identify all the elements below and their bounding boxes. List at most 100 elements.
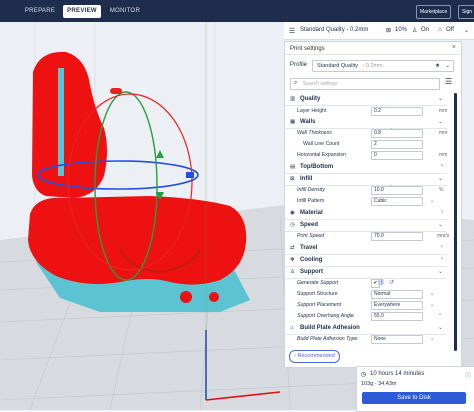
setting-wall-line-count: Wall Line Count 2 — [285, 139, 447, 149]
chevron-down-icon[interactable]: ⌄ — [430, 291, 434, 297]
chevron-down-icon[interactable]: ⌄ — [464, 27, 469, 34]
unit: mm/s — [437, 233, 450, 239]
settings-scrollbar[interactable] — [454, 93, 457, 351]
chevron-down-icon: ⌄ — [437, 119, 443, 125]
menu-icon[interactable]: ☰ — [445, 77, 452, 86]
reset-icon[interactable]: ↺ — [389, 279, 394, 286]
sign-in-button[interactable]: Sign — [458, 5, 474, 19]
category-label: Build Plate Adhesion — [300, 325, 360, 331]
support-icon: ♙ — [290, 269, 295, 275]
close-icon[interactable]: × — [452, 44, 456, 51]
tab-monitor[interactable]: MONITOR — [108, 5, 142, 18]
support-pillar — [58, 68, 64, 176]
adhesion-type-select[interactable]: None — [371, 335, 423, 344]
setting-label: Support Structure — [297, 291, 338, 297]
setting-label: Infill Density — [297, 187, 325, 193]
generate-support-checkbox[interactable]: ✔ — [371, 279, 380, 288]
walls-icon: ▦ — [290, 119, 296, 125]
search-input[interactable]: ⌕ Search settings — [290, 78, 440, 90]
category-cooling[interactable]: ✻ Cooling ‹ — [285, 255, 447, 267]
chevron-down-icon[interactable]: ⌄ — [430, 302, 434, 308]
print-speed-field[interactable]: 70.0 — [371, 232, 423, 241]
settings-icon: ☰ — [289, 28, 296, 35]
chevron-left-icon: ‹ — [441, 163, 443, 169]
category-label: Cooling — [300, 257, 323, 263]
category-quality[interactable]: ▥ Quality ⌄ — [285, 94, 447, 106]
category-material[interactable]: ◉ Material ‹ — [285, 208, 447, 220]
recommended-button[interactable]: ‹ Recommended — [289, 350, 340, 363]
print-time: 10 hours 14 minutes — [370, 371, 425, 377]
top-bottom-icon: ▤ — [290, 164, 296, 170]
print-settings-panel: Print settings × Profile Standard Qualit… — [284, 41, 462, 368]
support-structure-select[interactable]: Normal — [371, 290, 423, 299]
chevron-down-icon[interactable]: ⌄ — [430, 336, 434, 342]
marketplace-button[interactable]: Marketplace — [416, 5, 452, 19]
support-summary: On — [421, 27, 430, 33]
category-travel[interactable]: ⇄ Travel ‹ — [285, 243, 447, 255]
category-label: Quality — [300, 96, 321, 102]
chevron-down-icon[interactable]: ⌄ — [430, 198, 434, 204]
adhesion-icon: ⌂ — [438, 27, 442, 33]
setting-label: Print Speed — [297, 233, 325, 239]
setting-label: Horizontal Expansion — [297, 152, 347, 158]
material-icon: ◉ — [290, 210, 295, 216]
profile-select[interactable]: Standard Quality - 0.2mm ★ ⌄ — [312, 60, 454, 72]
category-label: Top/Bottom — [300, 164, 334, 170]
save-to-disk-button[interactable]: Save to Disk — [362, 392, 466, 404]
profile-summary[interactable]: Standard Quality - 0.2mm — [300, 27, 368, 33]
unit: % — [439, 187, 444, 193]
model-lying — [28, 196, 247, 285]
chevron-down-icon: ⌄ — [437, 269, 443, 275]
infill-pattern-select[interactable]: Cubic — [371, 197, 423, 206]
horizontal-expansion-field[interactable]: 0 — [371, 151, 423, 160]
category-label: Material — [300, 210, 323, 216]
unit: ° — [439, 313, 441, 319]
print-setup-bar[interactable]: ☰ Standard Quality - 0.2mm ⊠ 10% ♙ On ⌂ … — [284, 22, 474, 40]
chevron-left-icon: ‹ — [441, 209, 443, 215]
setting-wall-thickness: Wall Thickness ↺ ƒ 0.8 mm — [285, 128, 447, 138]
setting-support-placement: Support Placement ⛓ ↺ Everywhere ⌄ — [285, 300, 447, 310]
material-estimate: 103g · 34.43m — [361, 381, 397, 387]
profile-suffix: - 0.2mm — [362, 63, 383, 69]
tab-prepare[interactable]: PREPARE — [24, 5, 56, 18]
adhesion-summary: Off — [446, 27, 454, 33]
setting-label: Wall Thickness — [297, 130, 332, 136]
setting-layer-height: Layer Height ⛓ 0.2 mm — [285, 106, 447, 116]
support-overhang-angle-field[interactable]: 55.0 — [371, 312, 423, 321]
setting-infill-pattern: Infill Pattern Cubic ⌄ — [285, 196, 447, 206]
unit: mm — [439, 108, 448, 114]
unit: mm — [439, 130, 448, 136]
green-handle[interactable] — [156, 150, 164, 158]
setting-build-plate-adhesion-type: Build Plate Adhesion Type ↺ None ⌄ — [285, 334, 447, 344]
chevron-down-icon: ⌄ — [437, 325, 443, 331]
tab-preview[interactable]: PREVIEW — [63, 5, 101, 18]
quality-icon: ▥ — [290, 96, 296, 102]
setting-label: Infill Pattern — [297, 198, 325, 204]
category-top-bottom[interactable]: ▤ Top/Bottom ‹ — [285, 162, 447, 174]
setting-label: Layer Height — [297, 108, 327, 114]
layer-height-field[interactable]: 0.2 — [371, 107, 423, 116]
infill-density-field[interactable]: 10.0 — [371, 186, 423, 195]
infill-icon: ⊠ — [386, 28, 392, 34]
setting-support-overhang-angle: Support Overhang Angle ⛓ ↺ 55.0 ° — [285, 311, 447, 321]
info-icon[interactable]: ⓘ — [465, 371, 471, 380]
blue-handle[interactable] — [186, 172, 194, 178]
search-icon: ⌕ — [294, 80, 298, 86]
travel-icon: ⇄ — [290, 245, 295, 251]
setting-label: Support Placement — [297, 302, 342, 308]
unit: mm — [439, 152, 448, 158]
red-handle[interactable] — [110, 88, 122, 94]
model-nub — [209, 292, 219, 302]
category-label: Speed — [300, 222, 319, 228]
wall-line-count-field[interactable]: 2 — [371, 140, 423, 149]
adhesion-icon: ⌂ — [290, 325, 294, 331]
setting-generate-support: Generate Support ⛓ ↺ ✔ — [285, 278, 447, 288]
setting-label: Wall Line Count — [303, 141, 340, 147]
support-placement-select[interactable]: Everywhere — [371, 301, 423, 310]
wall-thickness-field[interactable]: 0.8 — [371, 129, 423, 138]
chevron-down-icon[interactable]: ⌄ — [445, 61, 450, 71]
profile-label: Profile — [290, 62, 308, 68]
star-icon[interactable]: ★ — [435, 61, 440, 71]
infill-icon: ⊠ — [290, 176, 295, 182]
model-nub — [180, 291, 192, 303]
